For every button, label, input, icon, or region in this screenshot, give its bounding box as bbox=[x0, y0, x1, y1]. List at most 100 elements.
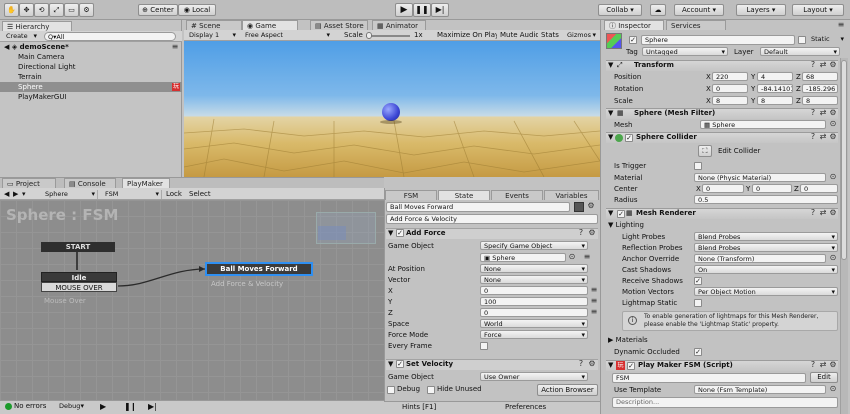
state-settings-icon[interactable]: ⚙ bbox=[586, 201, 596, 211]
play-button[interactable]: ▶ bbox=[395, 3, 413, 17]
anchor-override-field[interactable]: None (Transform) bbox=[694, 254, 826, 263]
preset-icon[interactable]: ⇄ bbox=[818, 60, 828, 70]
game-view[interactable] bbox=[184, 41, 600, 177]
receive-shadows-checkbox[interactable]: ✓ bbox=[694, 277, 702, 285]
fsm-enabled-checkbox[interactable]: ✓ bbox=[627, 362, 635, 370]
description-field[interactable]: Description... bbox=[612, 397, 838, 408]
add-force-enabled-checkbox[interactable]: ✓ bbox=[396, 229, 404, 237]
nav-menu-icon[interactable]: ▾ bbox=[22, 190, 32, 199]
preset-icon[interactable]: ⇄ bbox=[818, 132, 828, 142]
lightmap-static-checkbox[interactable] bbox=[694, 299, 702, 307]
rect-tool-button[interactable]: ▭ bbox=[64, 3, 79, 17]
gameobject-field[interactable]: ▣ Sphere bbox=[480, 253, 566, 262]
position-x-field[interactable]: 220 bbox=[712, 72, 748, 81]
sphere-object[interactable] bbox=[382, 103, 400, 121]
select-button[interactable]: Select bbox=[189, 190, 213, 199]
mouse-over-transition[interactable]: MOUSE OVER bbox=[41, 282, 117, 292]
gameobject-name-field[interactable]: Sphere bbox=[641, 35, 795, 45]
help-icon[interactable]: ? bbox=[576, 228, 586, 238]
step-button[interactable]: ▶| bbox=[431, 3, 449, 17]
fsm-dropdown[interactable]: FSM bbox=[102, 190, 162, 199]
hand-tool-button[interactable]: ✋ bbox=[4, 3, 19, 17]
center-x-field[interactable]: 0 bbox=[702, 184, 744, 193]
variable-toggle-icon[interactable]: ≡ bbox=[590, 285, 598, 295]
mute-audio-toggle[interactable]: Mute Audio bbox=[500, 31, 538, 40]
renderer-enabled-checkbox[interactable]: ✓ bbox=[617, 210, 625, 218]
preset-icon[interactable]: ⇄ bbox=[818, 360, 828, 370]
state-color-swatch[interactable] bbox=[574, 202, 584, 212]
help-icon[interactable]: ? bbox=[808, 108, 818, 118]
set-velocity-gameobject-dropdown[interactable]: Use Owner bbox=[480, 372, 588, 381]
dynamic-occluded-checkbox[interactable]: ✓ bbox=[694, 348, 702, 356]
hierarchy-item[interactable]: Main Camera bbox=[18, 53, 168, 62]
collab-button[interactable]: Collab ▾ bbox=[598, 4, 642, 16]
gizmos-dropdown[interactable]: Gizmos bbox=[564, 31, 598, 40]
scale-slider[interactable] bbox=[366, 35, 410, 37]
object-picker-icon[interactable]: ⊙ bbox=[828, 119, 838, 129]
rotation-y-field[interactable]: -84.14101 bbox=[757, 84, 793, 93]
pause-button[interactable]: ❚❚ bbox=[413, 3, 431, 17]
tab-console[interactable]: ▤ Console bbox=[64, 178, 116, 188]
expand-icon[interactable]: ▼ bbox=[608, 109, 616, 118]
move-tool-button[interactable]: ✥ bbox=[19, 3, 34, 17]
position-z-field[interactable]: 68 bbox=[802, 72, 838, 81]
space-dropdown[interactable]: World bbox=[480, 319, 588, 328]
physic-material-field[interactable]: None (Physic Material) bbox=[694, 173, 826, 182]
gameobject-dropdown[interactable]: Sphere bbox=[42, 190, 98, 199]
stats-toggle[interactable]: Stats bbox=[541, 31, 561, 40]
idle-state-node[interactable]: Idle bbox=[41, 272, 117, 282]
scale-tool-button[interactable]: ⤢ bbox=[49, 3, 64, 17]
edit-collider-toggle[interactable]: ⛶ bbox=[698, 145, 712, 157]
tab-events[interactable]: Events bbox=[491, 190, 543, 200]
tab-game[interactable]: ◉ Game bbox=[242, 20, 298, 30]
set-velocity-enabled-checkbox[interactable]: ✓ bbox=[396, 360, 404, 368]
reflection-probes-dropdown[interactable]: Blend Probes bbox=[694, 243, 838, 252]
z-field[interactable]: 0 bbox=[480, 308, 588, 317]
hierarchy-item-selected[interactable]: Sphere bbox=[18, 83, 168, 92]
hierarchy-search-input[interactable]: Q▾All bbox=[44, 32, 176, 41]
gameobject-mode-dropdown[interactable]: Specify Game Object bbox=[480, 241, 588, 250]
debug-checkbox[interactable] bbox=[387, 386, 395, 394]
tab-fsm[interactable]: FSM bbox=[385, 190, 437, 200]
active-checkbox[interactable]: ✓ bbox=[629, 36, 637, 44]
variable-toggle-icon[interactable]: ≡ bbox=[582, 252, 592, 262]
tab-scene[interactable]: # Scene bbox=[186, 20, 242, 30]
help-icon[interactable]: ? bbox=[808, 60, 818, 70]
scale-z-field[interactable]: 8 bbox=[802, 96, 838, 105]
object-picker-icon[interactable]: ⊙ bbox=[828, 172, 838, 182]
preferences-button[interactable]: Preferences bbox=[505, 403, 565, 412]
lock-toggle[interactable]: Lock bbox=[166, 190, 186, 199]
start-node[interactable]: START bbox=[41, 242, 115, 252]
hierarchy-item[interactable]: Terrain bbox=[18, 73, 168, 82]
edit-fsm-button[interactable]: Edit bbox=[810, 372, 838, 383]
cloud-button[interactable]: ☁ bbox=[650, 4, 666, 16]
at-position-dropdown[interactable]: None bbox=[480, 264, 588, 273]
pm-play-icon[interactable]: ▶ bbox=[100, 402, 110, 411]
collider-enabled-checkbox[interactable]: ✓ bbox=[625, 134, 633, 142]
debug-dropdown[interactable]: Debug bbox=[56, 402, 86, 411]
pm-pause-icon[interactable]: ❚❚ bbox=[124, 402, 134, 411]
expand-icon[interactable]: ▼ bbox=[608, 209, 616, 218]
every-frame-checkbox[interactable] bbox=[480, 342, 488, 350]
force-mode-dropdown[interactable]: Force bbox=[480, 330, 588, 339]
preset-icon[interactable]: ⇄ bbox=[818, 208, 828, 218]
variable-toggle-icon[interactable]: ≡ bbox=[590, 307, 598, 317]
x-field[interactable]: 0 bbox=[480, 286, 588, 295]
component-settings-icon[interactable]: ⚙ bbox=[828, 208, 838, 218]
ball-moves-forward-node[interactable]: Ball Moves Forward bbox=[206, 263, 312, 275]
motion-vectors-dropdown[interactable]: Per Object Motion bbox=[694, 287, 838, 296]
expand-icon[interactable]: ▼ bbox=[608, 61, 616, 70]
tab-variables[interactable]: Variables bbox=[544, 190, 599, 200]
component-settings-icon[interactable]: ⚙ bbox=[828, 60, 838, 70]
tab-playmaker[interactable]: PlayMaker bbox=[122, 178, 170, 188]
radius-field[interactable]: 0.5 bbox=[694, 195, 838, 204]
preset-icon[interactable]: ⇄ bbox=[818, 108, 828, 118]
scale-x-field[interactable]: 8 bbox=[712, 96, 748, 105]
help-icon[interactable]: ? bbox=[808, 360, 818, 370]
action-settings-icon[interactable]: ⚙ bbox=[587, 359, 597, 369]
create-dropdown[interactable]: Create bbox=[3, 32, 39, 41]
object-picker-icon[interactable]: ⊙ bbox=[828, 253, 838, 263]
transform-tool-button[interactable]: ⚙ bbox=[79, 3, 94, 17]
hierarchy-item[interactable]: Directional Light bbox=[18, 63, 168, 72]
hints-button[interactable]: Hints [F1] bbox=[402, 403, 452, 412]
